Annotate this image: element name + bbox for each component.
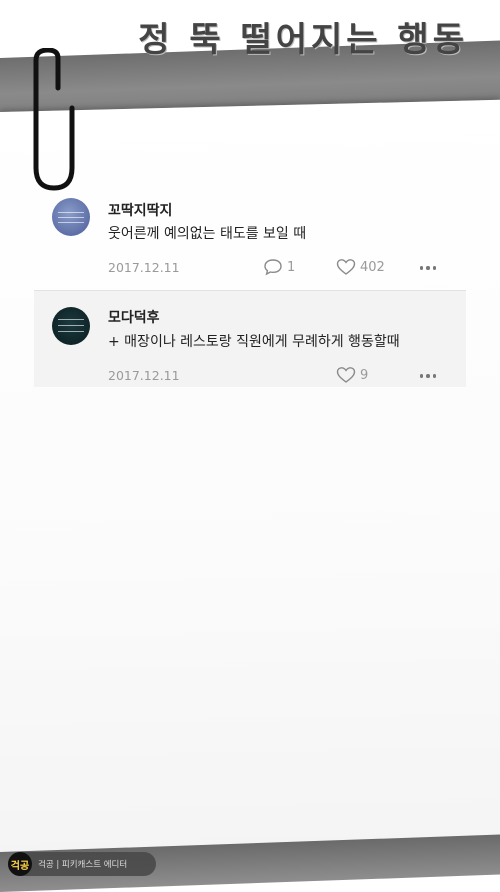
heart-icon (336, 259, 356, 275)
like-count: 402 (360, 259, 385, 275)
comment-text: 웃어른께 예의없는 태도를 보일 때 (108, 226, 307, 242)
like-button[interactable]: 402 (336, 258, 385, 276)
editor-label: 걱공 | 피키캐스트 에디터 (38, 860, 128, 870)
avatar[interactable] (52, 307, 90, 345)
editor-badge[interactable]: 걱공 걱공 | 피키캐스트 에디터 (8, 852, 156, 876)
paperclip-icon (33, 48, 75, 191)
avatar[interactable] (52, 198, 90, 236)
reply-count: 1 (287, 259, 296, 275)
comment-author[interactable]: 모다덕후 (108, 307, 160, 327)
like-button[interactable]: 9 (336, 366, 368, 384)
more-options-button[interactable] (416, 258, 440, 278)
more-options-button[interactable] (416, 366, 440, 386)
comment-date: 2017.12.11 (108, 260, 180, 275)
speech-bubble-icon (264, 259, 282, 276)
comment-author[interactable]: 꼬딱지딱지 (108, 200, 172, 220)
comment-item: 모다덕후 + 매장이나 레스토랑 직원에게 무례하게 행동할때 2017.12.… (34, 290, 466, 387)
editor-logo: 걱공 (8, 852, 32, 876)
comment-date: 2017.12.11 (108, 368, 180, 383)
comment-text: + 매장이나 레스토랑 직원에게 무례하게 행동할때 (108, 334, 400, 350)
comment-item: 꼬딱지딱지 웃어른께 예의없는 태도를 보일 때 2017.12.11 1 40… (34, 188, 466, 288)
reply-button[interactable]: 1 (263, 258, 295, 276)
page-title: 정 뚝 떨어지는 행동 (138, 20, 468, 60)
comment-meta: 2017.12.11 1 402 (108, 258, 440, 278)
comment-meta: 2017.12.11 9 (108, 366, 440, 386)
heart-icon (336, 367, 356, 383)
like-count: 9 (360, 367, 369, 383)
